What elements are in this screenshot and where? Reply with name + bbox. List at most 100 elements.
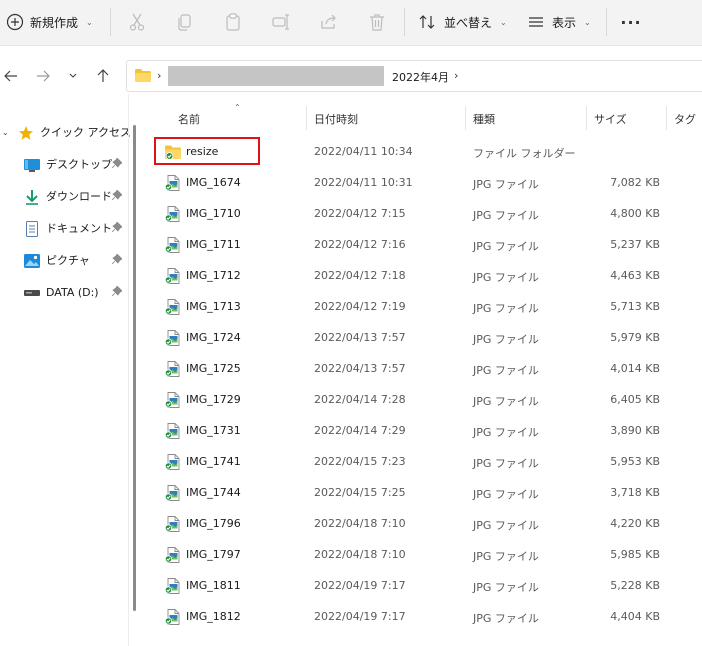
- sidebar-item-documents[interactable]: ドキュメント: [0, 214, 128, 242]
- file-type: JPG ファイル: [473, 426, 539, 439]
- file-row[interactable]: IMG_1812 2022/04/19 7:17 JPG ファイル 4,404 KB: [140, 602, 702, 633]
- up-button[interactable]: [92, 65, 114, 87]
- sidebar-item-label: ダウンロード: [46, 190, 112, 203]
- copy-button[interactable]: [172, 10, 198, 34]
- file-date: 2022/04/15 7:25: [314, 486, 406, 499]
- file-size: 6,405 KB: [610, 393, 660, 406]
- recent-locations-button[interactable]: [62, 65, 84, 87]
- file-row[interactable]: IMG_1711 2022/04/12 7:16 JPG ファイル 5,237 KB: [140, 230, 702, 261]
- file-row[interactable]: IMG_1729 2022/04/14 7:28 JPG ファイル 6,405 KB: [140, 385, 702, 416]
- pin-icon[interactable]: [112, 190, 122, 200]
- file-row[interactable]: IMG_1710 2022/04/12 7:15 JPG ファイル 4,800 KB: [140, 199, 702, 230]
- file-row[interactable]: IMG_1731 2022/04/14 7:29 JPG ファイル 3,890 KB: [140, 416, 702, 447]
- column-divider[interactable]: [586, 106, 587, 130]
- new-button[interactable]: 新規作成 ⌄: [6, 9, 93, 35]
- file-row[interactable]: IMG_1796 2022/04/18 7:10 JPG ファイル 4,220 KB: [140, 509, 702, 540]
- share-button[interactable]: [316, 10, 342, 34]
- file-row[interactable]: IMG_1713 2022/04/12 7:19 JPG ファイル 5,713 KB: [140, 292, 702, 323]
- file-size: 4,404 KB: [610, 610, 660, 623]
- highlight-box: [154, 137, 260, 165]
- image-file-synced-icon: [164, 299, 181, 315]
- cut-button[interactable]: [124, 10, 150, 34]
- chevron-down-icon: [69, 73, 77, 78]
- file-name: IMG_1812: [186, 610, 241, 623]
- image-file-synced-icon: [164, 330, 181, 346]
- file-row[interactable]: IMG_1797 2022/04/18 7:10 JPG ファイル 5,985 KB: [140, 540, 702, 571]
- file-list: ⌃ 名前 日付時刻 種類 サイズ タグ resize 2022/04/11 10:…: [140, 100, 702, 646]
- file-type: JPG ファイル: [473, 488, 539, 501]
- sidebar-item-quick-access[interactable]: ⌄ クイック アクセス: [0, 118, 131, 146]
- rename-button[interactable]: [268, 10, 294, 34]
- paste-button[interactable]: [220, 10, 246, 34]
- image-file-synced-icon: [164, 392, 181, 408]
- file-name: IMG_1712: [186, 269, 241, 282]
- pin-icon[interactable]: [112, 222, 122, 232]
- toolbar-divider: [110, 8, 111, 36]
- pane-divider[interactable]: [128, 94, 129, 646]
- back-button[interactable]: [0, 65, 22, 87]
- file-size: 5,985 KB: [610, 548, 660, 561]
- new-button-label: 新規作成: [30, 15, 79, 30]
- document-icon: [24, 221, 40, 237]
- column-divider[interactable]: [666, 106, 667, 130]
- file-row[interactable]: IMG_1725 2022/04/13 7:57 JPG ファイル 4,014 KB: [140, 354, 702, 385]
- column-header-tag[interactable]: タグ: [674, 111, 696, 127]
- star-icon: [18, 125, 34, 141]
- navigation-pane: ⌄ クイック アクセス デスクトップ ダウンロード ドキュメント ピクチャ DA…: [0, 100, 131, 646]
- column-divider[interactable]: [465, 106, 466, 130]
- sidebar-item-downloads[interactable]: ダウンロード: [0, 182, 128, 210]
- sidebar-item-desktop[interactable]: デスクトップ: [0, 150, 128, 178]
- sidebar-item-drive-d[interactable]: DATA (D:): [0, 278, 128, 306]
- toolbar-divider: [404, 8, 405, 36]
- file-type: JPG ファイル: [473, 271, 539, 284]
- chevron-down-icon: ⌄: [584, 17, 591, 27]
- copy-icon: [178, 14, 191, 31]
- navigation-bar: › 2022年4月 ›: [0, 57, 702, 93]
- file-row[interactable]: IMG_1811 2022/04/19 7:17 JPG ファイル 5,228 KB: [140, 571, 702, 602]
- file-type: JPG ファイル: [473, 364, 539, 377]
- breadcrumb-separator-icon: ›: [454, 69, 459, 82]
- share-icon: [321, 14, 336, 29]
- file-size: 5,228 KB: [610, 579, 660, 592]
- column-header-type[interactable]: 種類: [473, 111, 495, 127]
- pin-icon[interactable]: [112, 158, 122, 168]
- file-size: 4,800 KB: [610, 207, 660, 220]
- sidebar-item-pictures[interactable]: ピクチャ: [0, 246, 128, 274]
- more-options-button[interactable]: ···: [620, 10, 642, 34]
- file-row[interactable]: IMG_1712 2022/04/12 7:18 JPG ファイル 4,463 KB: [140, 261, 702, 292]
- file-type: JPG ファイル: [473, 240, 539, 253]
- file-row[interactable]: IMG_1724 2022/04/13 7:57 JPG ファイル 5,979 KB: [140, 323, 702, 354]
- file-row[interactable]: IMG_1741 2022/04/15 7:23 JPG ファイル 5,953 KB: [140, 447, 702, 478]
- address-bar[interactable]: › 2022年4月 ›: [126, 60, 702, 92]
- file-type: JPG ファイル: [473, 302, 539, 315]
- sort-button[interactable]: 並べ替え ⌄: [418, 10, 507, 34]
- file-type: JPG ファイル: [473, 333, 539, 346]
- file-type: JPG ファイル: [473, 395, 539, 408]
- column-divider[interactable]: [306, 106, 307, 130]
- pin-icon[interactable]: [112, 286, 122, 296]
- image-file-synced-icon: [164, 609, 181, 625]
- delete-button[interactable]: [364, 10, 390, 34]
- file-date: 2022/04/11 10:34: [314, 145, 413, 158]
- forward-button[interactable]: [32, 65, 54, 87]
- desktop-icon: [24, 157, 40, 173]
- file-size: 5,237 KB: [610, 238, 660, 251]
- image-file-synced-icon: [164, 237, 181, 253]
- file-name: IMG_1674: [186, 176, 241, 189]
- chevron-down-icon[interactable]: ⌄: [2, 128, 9, 137]
- column-header-row: ⌃ 名前 日付時刻 種類 サイズ タグ: [140, 100, 702, 134]
- column-header-date[interactable]: 日付時刻: [314, 111, 358, 127]
- file-type: JPG ファイル: [473, 550, 539, 563]
- view-button[interactable]: 表示 ⌄: [528, 10, 591, 34]
- sidebar-scrollbar[interactable]: [133, 125, 136, 611]
- file-date: 2022/04/14 7:29: [314, 424, 406, 437]
- file-row[interactable]: IMG_1744 2022/04/15 7:25 JPG ファイル 3,718 KB: [140, 478, 702, 509]
- sort-button-label: 並べ替え: [444, 15, 493, 30]
- file-row[interactable]: IMG_1674 2022/04/11 10:31 JPG ファイル 7,082 KB: [140, 168, 702, 199]
- redacted-path: [168, 66, 384, 86]
- column-header-name[interactable]: 名前: [178, 111, 200, 127]
- file-size: 4,463 KB: [610, 269, 660, 282]
- pin-icon[interactable]: [112, 254, 122, 264]
- breadcrumb-current-folder[interactable]: 2022年4月: [392, 69, 449, 85]
- column-header-size[interactable]: サイズ: [594, 111, 627, 127]
